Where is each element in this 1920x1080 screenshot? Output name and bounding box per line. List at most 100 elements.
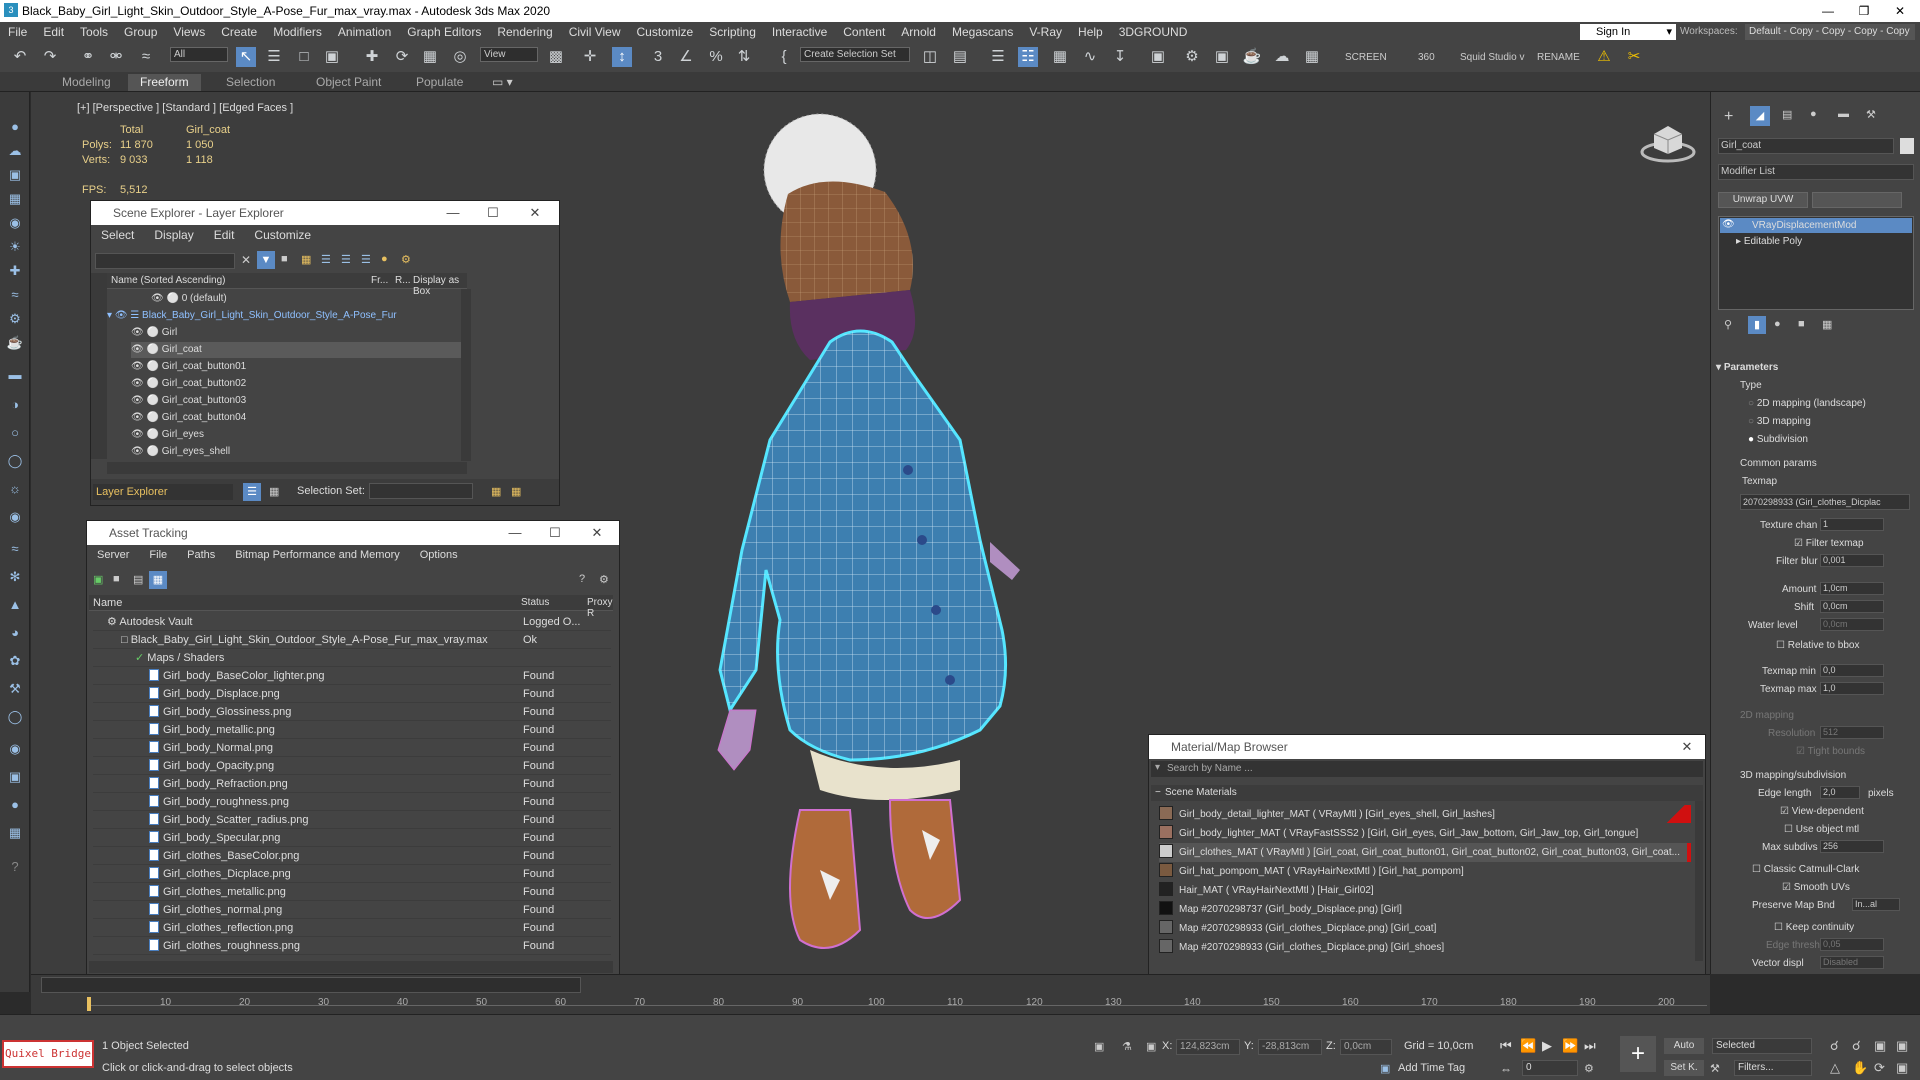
add-to-layer-icon[interactable]: ☰ [341, 253, 351, 266]
asset-row[interactable]: Girl_clothes_reflection.png Found [93, 919, 611, 937]
stack-icon[interactable]: ☰ [361, 253, 371, 266]
create-tab-icon[interactable]: + [1724, 108, 1733, 126]
menu-scripting[interactable]: Scripting [701, 25, 764, 39]
layer-row[interactable]: ▾ 👁 ☰ Black_Baby_Girl_Light_Skin_Outdoor… [107, 308, 463, 324]
asset-row[interactable]: Girl_body_roughness.png Found [93, 793, 611, 811]
menu-tools[interactable]: Tools [72, 25, 116, 39]
hierarchy-tab-icon[interactable]: ▤ [1782, 108, 1792, 121]
key-filters-button[interactable]: Filters... [1734, 1060, 1812, 1076]
scene-explorer-icon[interactable]: ☰ [988, 47, 1008, 67]
col-status[interactable]: Status [521, 597, 549, 608]
system-icon[interactable]: ⚙ [6, 310, 24, 328]
undo-icon[interactable]: ↶ [10, 47, 30, 67]
material-row[interactable]: Girl_hat_pompom_MAT ( VRayHairNextMtl ) … [1159, 862, 1691, 881]
reference-coordinate-dropdown[interactable]: View [480, 47, 538, 62]
texmap-min-spinner[interactable]: 0,0 [1820, 664, 1884, 677]
asset-row[interactable]: Girl_body_Refraction.png Found [93, 775, 611, 793]
pivot-center-icon[interactable]: ▩ [546, 47, 566, 67]
layer-row[interactable]: 👁 ⚪ 0 (default) [151, 291, 227, 307]
map-row[interactable]: Map #2070298933 (Girl_clothes_Dicplace.p… [1159, 938, 1691, 957]
scene-materials-group[interactable]: − Scene Materials [1151, 785, 1703, 801]
eye-icon[interactable]: 👁 [131, 429, 144, 440]
sphere-icon[interactable]: ○ [6, 424, 24, 442]
explorer-type-dropdown[interactable]: Layer Explorer [93, 484, 233, 500]
menu-rendering[interactable]: Rendering [489, 25, 560, 39]
asset-row[interactable]: □ Black_Baby_Girl_Light_Skin_Outdoor_Sty… [93, 631, 611, 649]
stack-item-vray-displacement[interactable]: VRayDisplacementMod [1720, 218, 1912, 233]
assets-menu-server[interactable]: Server [87, 549, 139, 561]
map-row[interactable]: Map #2070298737 (Girl_body_Displace.png)… [1159, 900, 1691, 919]
tight-bounds-checkbox[interactable]: ☑ Tight bounds [1796, 746, 1865, 757]
360-script-label[interactable]: 360 [1418, 52, 1435, 63]
eye-icon[interactable]: 👁 [151, 293, 164, 304]
filter-blur-spinner[interactable]: 0,001 [1820, 554, 1884, 567]
menu-help[interactable]: Help [1070, 25, 1111, 39]
zoom-extents-icon[interactable]: ▣ [1874, 1038, 1886, 1054]
menu-animation[interactable]: Animation [330, 25, 399, 39]
particle-icon[interactable]: ✻ [6, 568, 24, 586]
menu-graph-editors[interactable]: Graph Editors [399, 25, 489, 39]
render-setup-icon[interactable]: ⚙ [1182, 47, 1202, 67]
go-to-end-icon[interactable]: ⏭ [1584, 1038, 1596, 1054]
select-object-icon[interactable]: ↖ [236, 47, 256, 67]
screen-script-label[interactable]: SCREEN [1345, 52, 1387, 63]
eye-icon[interactable]: 👁 [115, 310, 128, 321]
assets-menu-paths[interactable]: Paths [177, 549, 225, 561]
menu-megascans[interactable]: Megascans [944, 25, 1021, 39]
material-browser-close-button[interactable]: ✕ [1669, 735, 1705, 759]
assets-menu-options[interactable]: Options [410, 549, 468, 561]
asset-row[interactable]: ⚙ Autodesk Vault Logged O... [93, 613, 611, 631]
time-marker[interactable] [87, 997, 91, 1011]
motion-tab-icon[interactable]: ● [1810, 108, 1817, 120]
viewport-label[interactable]: [+] [Perspective ] [Standard ] [Edged Fa… [77, 102, 293, 114]
absolute-mode-icon[interactable]: ▣ [1146, 1040, 1156, 1053]
maximize-button[interactable]: ❐ [1846, 0, 1882, 22]
z-coordinate-field[interactable]: 0,0cm [1340, 1039, 1392, 1055]
edit-named-selection-icon[interactable]: { [774, 47, 794, 67]
assets-menu-bitmap[interactable]: Bitmap Performance and Memory [225, 549, 409, 561]
eye-icon[interactable]: 👁 [131, 446, 144, 457]
table-view-icon[interactable]: ▦ [149, 571, 167, 589]
edge-thresh-spinner[interactable]: 0,05 [1820, 938, 1884, 951]
settings-icon[interactable]: ⚙ [599, 573, 609, 586]
warning-icon[interactable]: ⚠ [1594, 47, 1614, 67]
amount-spinner[interactable]: 1,0cm [1820, 582, 1884, 595]
previous-frame-icon[interactable]: ⏪ [1520, 1038, 1536, 1054]
use-object-mtl-checkbox[interactable]: ☐ Use object mtl [1784, 824, 1859, 835]
new-layer-icon[interactable]: ▦ [301, 253, 311, 266]
explorer-maximize-button[interactable]: ☐ [475, 201, 511, 225]
keyboard-shortcut-override-icon[interactable]: ↕ [612, 47, 632, 67]
spinner-snap-icon[interactable]: ⇅ [734, 47, 754, 67]
material-search-input[interactable]: ▾ Search by Name ... [1151, 761, 1703, 777]
object-row[interactable]: 👁 ⚪ Girl_coat_button04 [131, 410, 246, 426]
key-filter-icon[interactable]: ⚒ [1710, 1062, 1720, 1075]
rectangular-selection-icon[interactable]: □ [294, 47, 314, 67]
explorer-minimize-button[interactable]: — [435, 201, 471, 225]
col-freeze[interactable]: Fr... [371, 275, 388, 286]
menu-arnold[interactable]: Arnold [893, 25, 944, 39]
gear-icon[interactable]: ⚙ [401, 253, 411, 266]
fur-icon[interactable]: ≈ [6, 540, 24, 558]
object-row[interactable]: 👁 ⚪ Girl_eyes_shell [131, 444, 230, 460]
radio-3d-mapping[interactable]: ○ 3D mapping [1748, 416, 1811, 427]
configure-sets-icon[interactable]: ▦ [1822, 318, 1832, 331]
filter-texmap-checkbox[interactable]: ☑ Filter texmap [1794, 538, 1864, 549]
menu-3dground[interactable]: 3DGROUND [1111, 25, 1196, 39]
radio-2d-mapping[interactable]: ○ 2D mapping (landscape) [1748, 398, 1866, 409]
selection-filter-dropdown[interactable]: All [170, 47, 228, 62]
vray-frame-icon[interactable]: ▣ [6, 768, 24, 786]
texmap-button[interactable]: 2070298933 (Girl_clothes_Dicplac [1740, 494, 1910, 510]
sun-icon[interactable]: ☼ [6, 480, 24, 498]
zoom-extents-all-icon[interactable]: ▣ [1896, 1038, 1908, 1054]
vector-displ-dropdown[interactable]: Disabled [1820, 956, 1884, 969]
material-editor-icon[interactable]: ▣ [1148, 47, 1168, 67]
asset-row[interactable]: Girl_body_Normal.png Found [93, 739, 611, 757]
ribbon-options-icon[interactable]: ▭ ▾ [492, 75, 513, 89]
field-of-view-icon[interactable]: △ [1830, 1060, 1840, 1076]
help-icon[interactable]: ? [579, 573, 585, 585]
orbit-icon[interactable]: ⟳ [1874, 1060, 1885, 1076]
relative-bbox-checkbox[interactable]: ☐ Relative to bbox [1776, 640, 1859, 651]
baby-girl-model[interactable] [660, 110, 1090, 970]
menu-group[interactable]: Group [116, 25, 165, 39]
zoom-icon[interactable]: ☌ [1830, 1038, 1839, 1054]
